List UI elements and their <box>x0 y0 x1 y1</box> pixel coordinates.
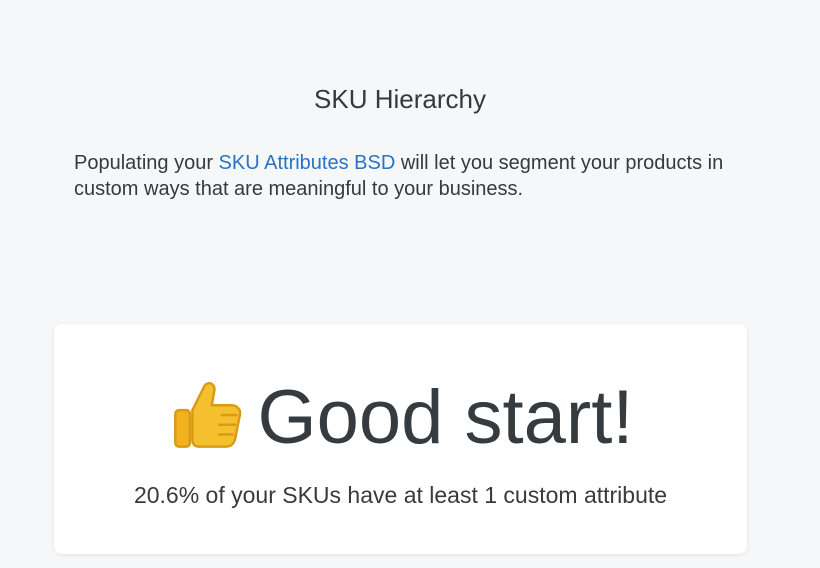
sku-attributes-link[interactable]: SKU Attributes BSD <box>219 152 396 174</box>
intro-text: Populating your SKU Attributes BSD will … <box>74 150 734 202</box>
headline-text: Good start! <box>257 375 634 460</box>
custom-attribute-stat: 20.6% of your SKUs have at least 1 custo… <box>133 482 668 508</box>
card-headline: Good start! <box>54 376 747 464</box>
thumbs-up-icon <box>168 376 246 464</box>
section-title: SKU Hierarchy <box>314 84 486 114</box>
status-card: Good start! 20.6% of your SKUs have at l… <box>54 324 747 554</box>
intro-prefix: Populating your <box>74 152 219 174</box>
page: SKU Hierarchy Populating your SKU Attrib… <box>0 0 820 568</box>
